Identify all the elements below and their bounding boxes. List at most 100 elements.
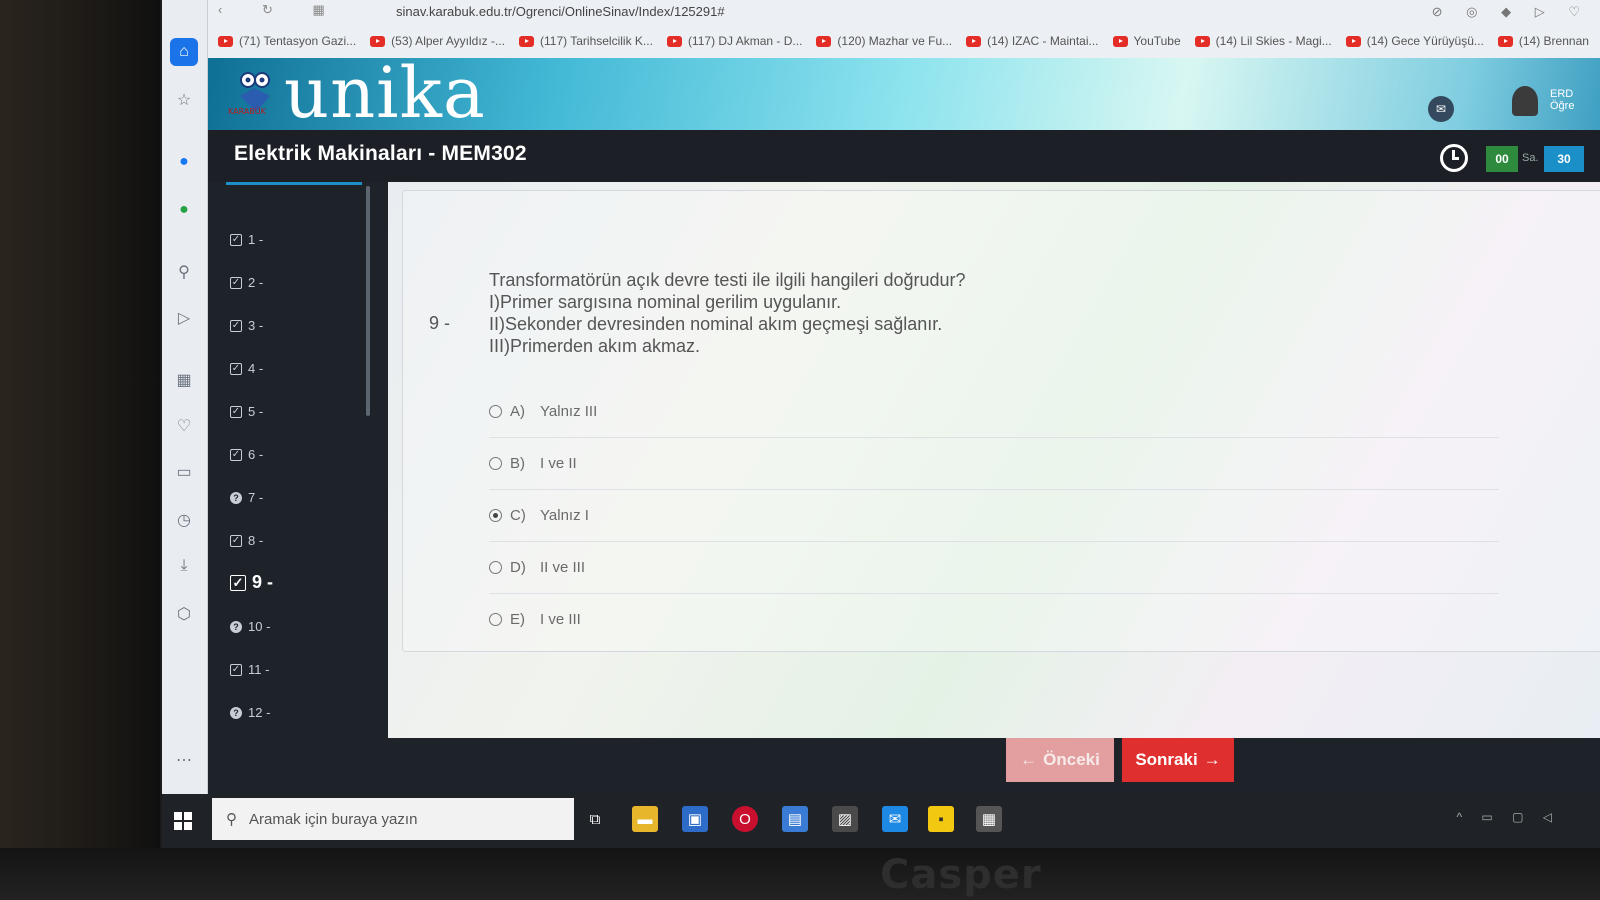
url-field[interactable]: sinav.karabuk.edu.tr/Ogrenci/OnlineSinav… xyxy=(396,4,725,19)
question-line: Transformatörün açık devre testi ile ilg… xyxy=(489,270,966,290)
checked-box-icon: ✓ xyxy=(230,663,242,676)
bookmark-item[interactable]: (120) Mazhar ve Fu... xyxy=(816,34,952,48)
wallet-icon[interactable]: ▭ xyxy=(170,458,198,486)
question-nav-item-9[interactable]: ✓ 9 - xyxy=(230,572,273,593)
question-nav-item-2[interactable]: ✓ 2 - xyxy=(230,275,263,290)
question-panel: 9 - Transformatörün açık devre testi ile… xyxy=(388,182,1600,738)
radio-button[interactable] xyxy=(489,405,502,418)
option-b[interactable]: B) I ve II xyxy=(489,455,577,472)
site-logo-text[interactable]: unika xyxy=(284,52,486,134)
system-tray-icons[interactable]: ^ ▭ ▢ ◁ xyxy=(1456,810,1560,824)
opera-icon[interactable]: O xyxy=(732,806,758,832)
home-icon[interactable]: ⌂ xyxy=(170,38,198,66)
next-button[interactable]: Sonraki → xyxy=(1122,738,1234,782)
box-icon[interactable]: ⬡ xyxy=(170,600,198,628)
taskbar-search[interactable]: ⚲ Aramak için buraya yazın xyxy=(212,798,574,840)
monitor-bezel-left xyxy=(0,0,160,900)
bookmark-item[interactable]: (14) IZAC - Maintai... xyxy=(966,34,1099,48)
apps-icon[interactable]: ▦ xyxy=(170,366,198,394)
monitor-bezel-bottom xyxy=(0,848,1600,900)
checked-box-icon: ✓ xyxy=(230,362,242,375)
task-view-icon[interactable]: ⧉ xyxy=(582,806,608,832)
more-icon[interactable]: ⋯ xyxy=(170,746,198,774)
option-c[interactable]: C) Yalnız I xyxy=(489,507,589,524)
question-nav-item-5[interactable]: ✓ 5 - xyxy=(230,404,263,419)
radio-button-selected[interactable] xyxy=(489,509,502,522)
calculator-icon[interactable]: ▦ xyxy=(976,806,1002,832)
avatar[interactable] xyxy=(1512,86,1538,116)
question-nav-item-8[interactable]: ✓ 8 - xyxy=(230,533,263,548)
mail-icon[interactable]: ✉ xyxy=(1428,96,1454,122)
browser-sidebar: ⌂ ☆ ● ● ⚲ ▷ ▦ ♡ ▭ ◷ ⤓ ⬡ ⋯ xyxy=(162,0,208,848)
option-divider xyxy=(489,541,1499,542)
question-mark-icon: ? xyxy=(230,491,242,504)
arrow-right-icon: → xyxy=(1203,750,1221,769)
youtube-icon xyxy=(816,35,832,47)
browser-nav-icons[interactable]: ‹ ↻ ▦ xyxy=(218,2,343,18)
bookmark-item[interactable]: (14) Gece Yürüyüşü... xyxy=(1345,34,1484,48)
download-icon[interactable]: ⤓ xyxy=(170,552,198,580)
checked-box-icon: ✓ xyxy=(230,276,242,289)
bookmark-item[interactable]: YouTube xyxy=(1112,34,1181,48)
question-mark-icon: ? xyxy=(230,620,242,633)
course-title: Elektrik Makinaları - MEM302 xyxy=(234,142,527,165)
star-icon[interactable]: ☆ xyxy=(170,86,198,114)
question-nav-item-11[interactable]: ✓ 11 - xyxy=(230,662,269,677)
radio-button[interactable] xyxy=(489,457,502,470)
bookmark-item[interactable]: (117) Tarihselcilik K... xyxy=(519,34,653,48)
address-bar: ‹ ↻ ▦ sinav.karabuk.edu.tr/Ogrenci/Onlin… xyxy=(208,0,1600,24)
previous-button[interactable]: ← Önceki xyxy=(1006,738,1114,782)
question-nav-scrollbar[interactable] xyxy=(366,186,370,416)
messenger-icon[interactable]: ● xyxy=(170,148,198,176)
user-name[interactable]: ERD Öğre xyxy=(1550,88,1574,112)
arrow-left-icon: ← xyxy=(1020,750,1038,769)
bookmark-item[interactable]: (14) Lil Skies - Magi... xyxy=(1194,34,1332,48)
option-d[interactable]: D) II ve III xyxy=(489,559,585,576)
extension-icons[interactable]: ⊘ ◎ ◆ ▷ ♡ xyxy=(1432,4,1590,20)
question-nav-item-12[interactable]: ? 12 - xyxy=(230,705,270,720)
question-line: II)Sekonder devresinden nominal akım geç… xyxy=(489,314,943,334)
store-icon[interactable]: ▣ xyxy=(682,806,708,832)
svg-text:KARABÜK: KARABÜK xyxy=(228,106,267,116)
whatsapp-icon[interactable]: ● xyxy=(170,196,198,224)
send-icon[interactable]: ▷ xyxy=(170,304,198,332)
heart-icon[interactable]: ♡ xyxy=(170,412,198,440)
owl-logo-icon[interactable]: KARABÜK xyxy=(226,66,286,116)
bookmark-item[interactable]: (71) Tentasyon Gazi... xyxy=(218,34,356,48)
checked-box-icon: ✓ xyxy=(230,534,242,547)
mail-icon[interactable]: ✉ xyxy=(882,806,908,832)
photos-icon[interactable]: ▨ xyxy=(832,806,858,832)
question-nav-item-10[interactable]: ? 10 - xyxy=(230,619,270,634)
file-explorer-icon[interactable]: ▬ xyxy=(632,806,658,832)
youtube-icon xyxy=(1194,35,1210,47)
question-nav-item-3[interactable]: ✓ 3 - xyxy=(230,318,263,333)
checked-box-icon: ✓ xyxy=(230,233,242,246)
search-icon: ⚲ xyxy=(226,811,237,828)
search-icon[interactable]: ⚲ xyxy=(170,258,198,286)
youtube-icon xyxy=(519,35,534,47)
question-line: I)Primer sargısına nominal gerilim uygul… xyxy=(489,292,842,312)
option-e[interactable]: E) I ve III xyxy=(489,611,581,628)
history-icon[interactable]: ◷ xyxy=(170,506,198,534)
radio-button[interactable] xyxy=(489,561,502,574)
question-mark-icon: ? xyxy=(230,706,242,719)
monitor-brand-logo: Casper xyxy=(880,852,1042,898)
radio-button[interactable] xyxy=(489,613,502,626)
course-bar: Elektrik Makinaları - MEM302 00 Sa. 30 xyxy=(208,130,1600,182)
question-nav-item-1[interactable]: ✓ 1 - xyxy=(230,232,263,247)
windows-start-icon[interactable] xyxy=(174,812,192,830)
bookmark-item[interactable]: (14) Brennan xyxy=(1497,34,1589,48)
question-nav-item-4[interactable]: ✓ 4 - xyxy=(230,361,263,376)
question-nav-item-6[interactable]: ✓ 6 - xyxy=(230,447,263,462)
checked-box-icon: ✓ xyxy=(230,319,242,332)
youtube-icon xyxy=(370,35,386,47)
question-nav-item-7[interactable]: ? 7 - xyxy=(230,490,263,505)
app-icon[interactable]: ▤ xyxy=(782,806,808,832)
youtube-icon xyxy=(1497,35,1513,47)
option-divider xyxy=(489,489,1499,490)
bookmark-item[interactable]: (117) DJ Akman - D... xyxy=(666,34,802,48)
option-a[interactable]: A) Yalnız III xyxy=(489,403,597,420)
timer-minutes: 30 xyxy=(1544,146,1584,172)
bookmark-item[interactable]: (53) Alper Ayyıldız -... xyxy=(370,34,505,48)
sticky-notes-icon[interactable]: ▪ xyxy=(928,806,954,832)
